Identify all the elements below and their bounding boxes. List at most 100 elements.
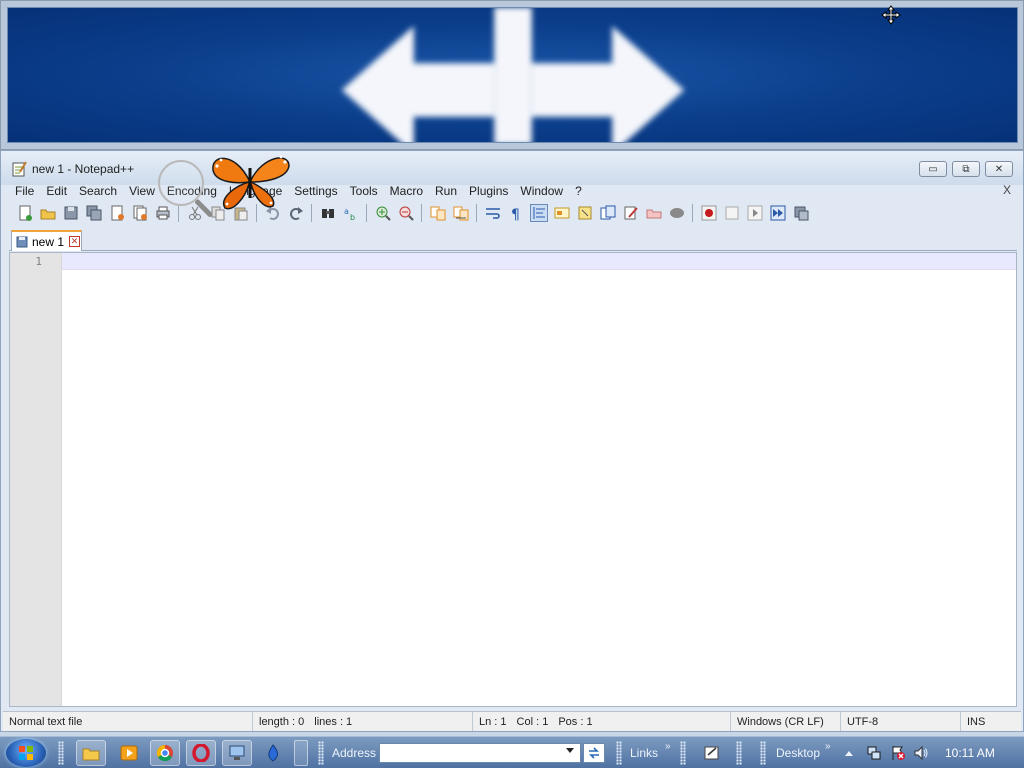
- explorer-button[interactable]: [76, 740, 106, 766]
- notepadpp-app-icon: [12, 161, 27, 177]
- address-input[interactable]: [379, 743, 581, 763]
- open-file-icon[interactable]: [39, 204, 57, 222]
- status-position: Ln : 1 Col : 1 Pos : 1: [473, 712, 731, 731]
- menu-help[interactable]: ?: [569, 184, 588, 198]
- sync-horizontal-scroll-icon[interactable]: [452, 204, 470, 222]
- restore-button[interactable]: ⧉: [952, 161, 980, 177]
- new-file-icon[interactable]: [16, 204, 34, 222]
- links-label[interactable]: Links: [630, 746, 658, 760]
- line-number: 1: [35, 255, 42, 268]
- opera-icon: [192, 744, 210, 762]
- status-insert-mode: INS: [967, 715, 986, 728]
- volume-icon[interactable]: [913, 745, 929, 761]
- save-icon[interactable]: [62, 204, 80, 222]
- tab-new-1[interactable]: new 1 ✕: [11, 230, 82, 251]
- notepadpp-window: new 1 - Notepad++ ▭ ⧉ ✕ File Edit Search…: [0, 150, 1024, 732]
- address-toolbar-grip[interactable]: [318, 741, 324, 765]
- toolbar: ab ¶: [9, 201, 1017, 225]
- network-icon[interactable]: [866, 745, 882, 761]
- folder-icon: [82, 748, 100, 761]
- chrome-icon: [156, 744, 173, 762]
- close-button[interactable]: ✕: [985, 161, 1013, 177]
- tab-close-icon[interactable]: ✕: [69, 236, 81, 247]
- toolbar-separator: [311, 204, 312, 222]
- taskbar: Address Links » Desktop » 10:11 AM: [0, 736, 1024, 768]
- toolbar-separator: [366, 204, 367, 222]
- menu-macro[interactable]: Macro: [384, 184, 429, 198]
- find-icon[interactable]: [319, 204, 337, 222]
- document-tab-bar: new 1 ✕: [9, 229, 1017, 251]
- monitoring-icon[interactable]: [668, 204, 686, 222]
- save-macro-icon[interactable]: [792, 204, 810, 222]
- word-wrap-icon[interactable]: [484, 204, 502, 222]
- system-clock[interactable]: 10:11 AM: [945, 746, 995, 760]
- document-map-icon[interactable]: [576, 204, 594, 222]
- opera-button[interactable]: [186, 740, 216, 766]
- menu-view[interactable]: View: [123, 184, 161, 198]
- status-eol: Windows (CR LF): [731, 712, 841, 731]
- stop-recording-icon[interactable]: [723, 204, 741, 222]
- title-bar[interactable]: new 1 - Notepad++ ▭ ⧉ ✕: [1, 151, 1023, 185]
- print-icon[interactable]: [154, 204, 172, 222]
- show-all-characters-icon[interactable]: ¶: [507, 204, 525, 222]
- address-go-button[interactable]: [583, 743, 605, 763]
- save-all-icon[interactable]: [85, 204, 103, 222]
- indent-guide-icon[interactable]: [529, 204, 548, 222]
- chrome-button[interactable]: [150, 740, 180, 766]
- links-chevron-icon[interactable]: »: [665, 741, 671, 752]
- butterfly-icon: [212, 155, 290, 210]
- menu-edit[interactable]: Edit: [40, 184, 73, 198]
- media-player-button[interactable]: [114, 740, 144, 766]
- status-bar: Normal text file length : 0 lines : 1 Ln …: [3, 711, 1021, 731]
- menu-plugins[interactable]: Plugins: [463, 184, 514, 198]
- current-line-highlight: [62, 253, 1016, 270]
- start-button[interactable]: [6, 739, 46, 767]
- tab-label: new 1: [32, 234, 65, 249]
- minimize-button[interactable]: ▭: [919, 161, 947, 177]
- folder-icon[interactable]: [645, 204, 663, 222]
- replace-icon[interactable]: ab: [342, 204, 360, 222]
- close-all-icon[interactable]: [131, 204, 149, 222]
- menu-settings[interactable]: Settings: [288, 184, 343, 198]
- play-macro-icon[interactable]: [746, 204, 764, 222]
- links-toolbar-grip[interactable]: [616, 741, 622, 765]
- toolbar-separator: [178, 204, 179, 222]
- text-editor[interactable]: 1: [9, 252, 1017, 707]
- status-doc-type: Normal text file: [3, 712, 253, 731]
- toolbar-separator: [692, 204, 693, 222]
- address-dropdown-icon[interactable]: [566, 748, 574, 753]
- zoom-in-icon[interactable]: [374, 204, 392, 222]
- windows-logo-icon: [19, 746, 33, 760]
- taskbar-scroll-button[interactable]: [294, 740, 308, 766]
- taskbar-grip[interactable]: [58, 741, 64, 765]
- network-computer-icon: [229, 745, 245, 760]
- notes-icon[interactable]: [704, 745, 720, 761]
- menu-tools[interactable]: Tools: [344, 184, 384, 198]
- magnified-resize-arrow-icon: [341, 8, 685, 142]
- user-defined-language-icon[interactable]: [553, 204, 571, 222]
- close-file-icon[interactable]: [108, 204, 126, 222]
- run-macro-multiple-icon[interactable]: [769, 204, 787, 222]
- desktop-chevron-icon[interactable]: »: [825, 741, 831, 752]
- menu-file[interactable]: File: [9, 184, 40, 198]
- desktop-label[interactable]: Desktop: [776, 746, 820, 760]
- network-app-button[interactable]: [222, 740, 252, 766]
- folder-as-workspace-icon[interactable]: [622, 204, 640, 222]
- menu-run[interactable]: Run: [429, 184, 463, 198]
- desktop-toolbar-grip[interactable]: [736, 741, 742, 765]
- app-button[interactable]: [258, 740, 288, 766]
- toolbar-separator: [476, 204, 477, 222]
- show-hidden-icons-icon[interactable]: [844, 745, 854, 761]
- sync-vertical-scroll-icon[interactable]: [429, 204, 447, 222]
- desktop-toolbar-grip[interactable]: [760, 741, 766, 765]
- close-document-button[interactable]: X: [1003, 183, 1011, 197]
- action-center-flag-icon[interactable]: [890, 745, 906, 761]
- menu-search[interactable]: Search: [73, 184, 123, 198]
- zoom-out-icon[interactable]: [397, 204, 415, 222]
- record-macro-icon[interactable]: [700, 204, 718, 222]
- menu-window[interactable]: Window: [514, 184, 569, 198]
- svg-text:¶: ¶: [511, 207, 520, 221]
- quicklaunch-grip[interactable]: [680, 741, 686, 765]
- function-list-icon[interactable]: [599, 204, 617, 222]
- move-cursor-icon: [881, 5, 901, 25]
